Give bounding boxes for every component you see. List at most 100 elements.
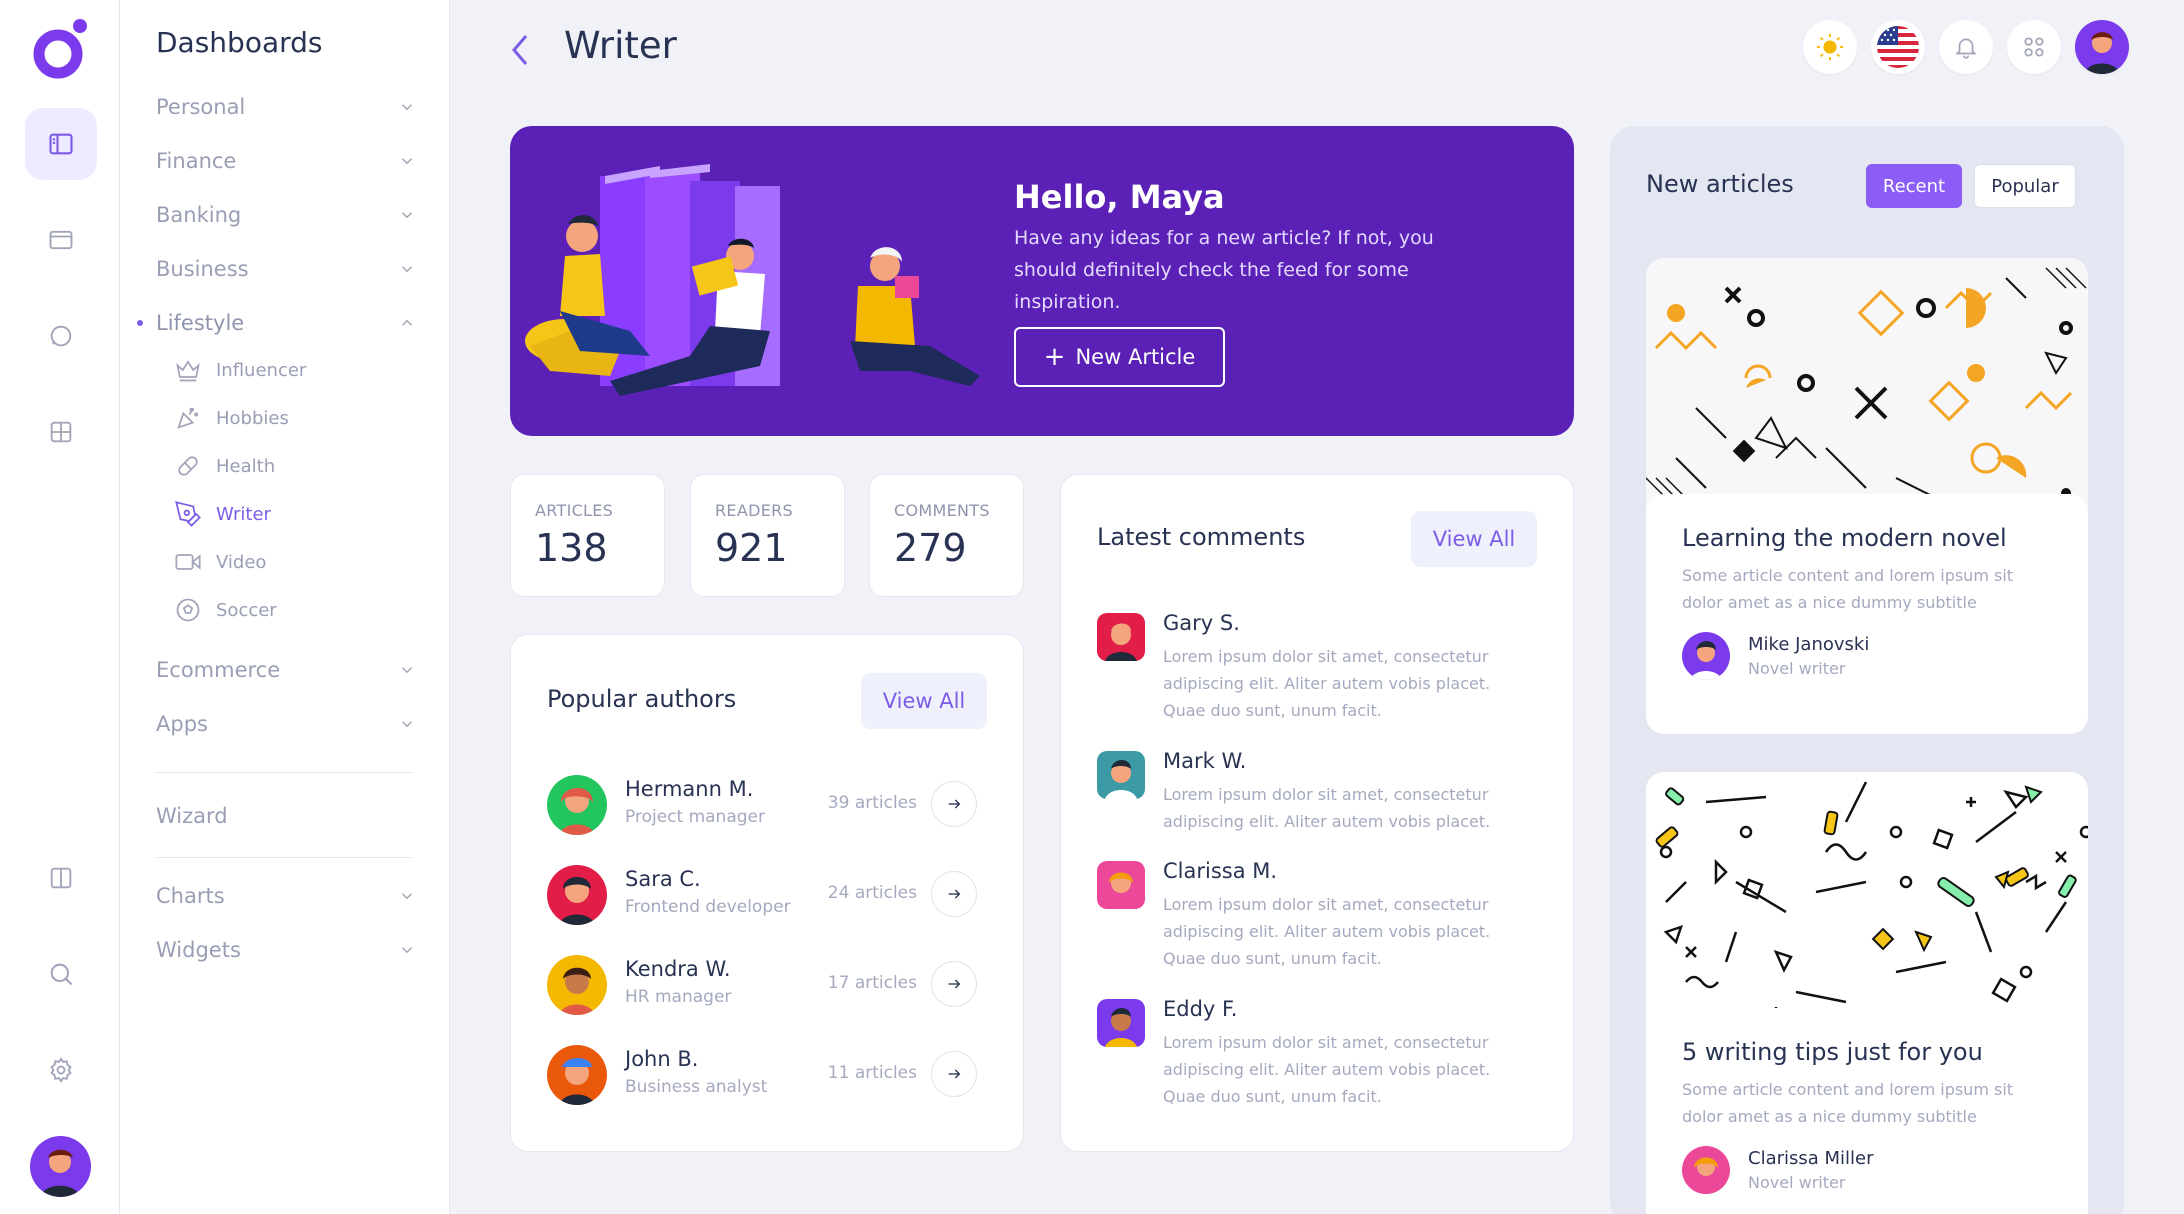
page-title: Writer [564, 24, 677, 67]
chevron-down-icon [401, 667, 413, 674]
chevron-down-icon [401, 947, 413, 954]
author-open-button[interactable] [931, 1051, 977, 1097]
sidebar-item-widgets[interactable]: Widgets [156, 930, 416, 970]
icon-bar [0, 0, 120, 1214]
sidebar-sub-soccer[interactable]: Soccer [174, 593, 277, 627]
author-name: Kendra W. [625, 957, 731, 981]
author-article-count: 17 articles [827, 973, 917, 993]
columns-icon[interactable] [25, 842, 97, 914]
author-role: Project manager [625, 807, 765, 827]
sidebar-item-lifestyle[interactable]: Lifestyle [156, 303, 416, 343]
author-open-button[interactable] [931, 781, 977, 827]
chevron-down-icon [401, 893, 413, 900]
author-name: John B. [625, 1047, 699, 1071]
author-row[interactable]: Kendra W. HR manager 17 articles [547, 953, 977, 1015]
stat-readers: READERS 921 [690, 474, 845, 597]
sidebar-item-label: Finance [156, 149, 237, 173]
latest-comments-title: Latest comments [1097, 523, 1306, 551]
sidebar-divider [156, 857, 412, 858]
stat-articles: ARTICLES 138 [510, 474, 665, 597]
back-button[interactable] [506, 30, 534, 70]
comment-avatar [1097, 861, 1145, 909]
article-author-name: Clarissa Miller [1748, 1148, 1874, 1169]
video-icon [175, 554, 201, 570]
sidebar-item-finance[interactable]: Finance [156, 141, 416, 181]
language-button[interactable] [1871, 20, 1925, 74]
sidebar-sub-influencer[interactable]: Influencer [174, 353, 306, 387]
sidebar-item-apps[interactable]: Apps [156, 704, 416, 744]
sidebar-item-business[interactable]: Business [156, 249, 416, 289]
settings-gear-icon[interactable] [25, 1034, 97, 1106]
sidebar-item-label: Widgets [156, 938, 241, 962]
banner-greeting: Hello, Maya [1014, 178, 1225, 216]
app-logo[interactable] [32, 18, 88, 84]
browser-window-icon[interactable] [25, 204, 97, 276]
sidebar-layout-icon[interactable] [25, 108, 97, 180]
article-body: 5 writing tips just for you Some article… [1646, 1008, 2088, 1214]
sidebar-sub-label: Soccer [216, 599, 277, 621]
arrow-right-icon [948, 799, 961, 809]
comment-avatar [1097, 751, 1145, 799]
sidebar-item-label: Charts [156, 884, 225, 908]
author-row[interactable]: Sara C. Frontend developer 24 articles [547, 863, 977, 925]
comment-text: Lorem ipsum dolor sit amet, consectetur … [1163, 647, 1491, 720]
comment-avatar [1097, 999, 1145, 1047]
sidebar-item-label: Apps [156, 712, 208, 736]
article-card[interactable]: 5 writing tips just for you Some article… [1646, 772, 2088, 1214]
notifications-button[interactable] [1939, 20, 1993, 74]
article-author: Clarissa Miller Novel writer [1682, 1146, 2052, 1196]
grid-layout-icon[interactable] [25, 396, 97, 468]
author-role: HR manager [625, 987, 732, 1007]
chat-icon[interactable] [25, 300, 97, 372]
sidebar-sub-health[interactable]: Health [174, 449, 275, 483]
sidebar-item-personal[interactable]: Personal [156, 87, 416, 127]
author-article-count: 11 articles [827, 1063, 917, 1083]
theme-toggle-button[interactable] [1803, 20, 1857, 74]
sidebar-sub-writer[interactable]: Writer [174, 497, 271, 531]
author-role: Business analyst [625, 1077, 768, 1097]
sidebar-title: Dashboards [156, 26, 323, 59]
chevron-down-icon [401, 212, 413, 219]
chevron-down-icon [401, 104, 413, 111]
sidebar-divider [156, 772, 412, 773]
sidebar-sub-label: Writer [216, 503, 271, 525]
reading-people-illustration [525, 164, 980, 396]
latest-comments-card: Latest comments View All Gary S. Lorem i… [1060, 474, 1574, 1152]
author-row[interactable]: Hermann M. Project manager 39 articles [547, 773, 977, 835]
article-title: Learning the modern novel [1682, 524, 2007, 552]
sidebar-sub-video[interactable]: Video [174, 545, 266, 579]
user-avatar[interactable] [30, 1136, 91, 1197]
sidebar-item-label: Business [156, 257, 249, 281]
tab-recent[interactable]: Recent [1866, 164, 1962, 208]
tab-popular[interactable]: Popular [1974, 164, 2076, 208]
author-article-count: 24 articles [827, 883, 917, 903]
arrow-right-icon [948, 979, 961, 989]
stat-value: 279 [894, 526, 967, 570]
author-open-button[interactable] [931, 871, 977, 917]
apps-button[interactable] [2007, 20, 2061, 74]
sidebar-item-banking[interactable]: Banking [156, 195, 416, 235]
article-image [1646, 258, 2088, 514]
article-card[interactable]: Learning the modern novel Some article c… [1646, 258, 2088, 734]
author-open-button[interactable] [931, 961, 977, 1007]
comment-text: Lorem ipsum dolor sit amet, consectetur … [1163, 895, 1491, 968]
comments-view-all-button[interactable]: View All [1411, 511, 1537, 567]
authors-view-all-button[interactable]: View All [861, 673, 987, 729]
sidebar-item-ecommerce[interactable]: Ecommerce [156, 650, 416, 690]
stat-label: READERS [715, 501, 793, 520]
profile-avatar[interactable] [2075, 20, 2129, 74]
search-icon[interactable] [25, 938, 97, 1010]
article-author-role: Novel writer [1748, 1173, 1846, 1192]
author-row[interactable]: John B. Business analyst 11 articles [547, 1043, 977, 1105]
sidebar-item-label: Personal [156, 95, 246, 119]
new-article-button[interactable]: + New Article [1014, 327, 1225, 387]
sidebar-item-label: Lifestyle [156, 311, 245, 335]
party-icon [177, 407, 199, 429]
sidebar-item-wizard[interactable]: Wizard [156, 796, 416, 836]
us-flag-icon [1877, 26, 1919, 68]
sidebar-sub-hobbies[interactable]: Hobbies [174, 401, 289, 435]
comment-author: Clarissa M. [1163, 859, 1278, 883]
article-subtitle: Some article content and lorem ipsum sit… [1682, 566, 2014, 612]
sidebar-item-charts[interactable]: Charts [156, 876, 416, 916]
arrow-right-icon [948, 889, 961, 899]
